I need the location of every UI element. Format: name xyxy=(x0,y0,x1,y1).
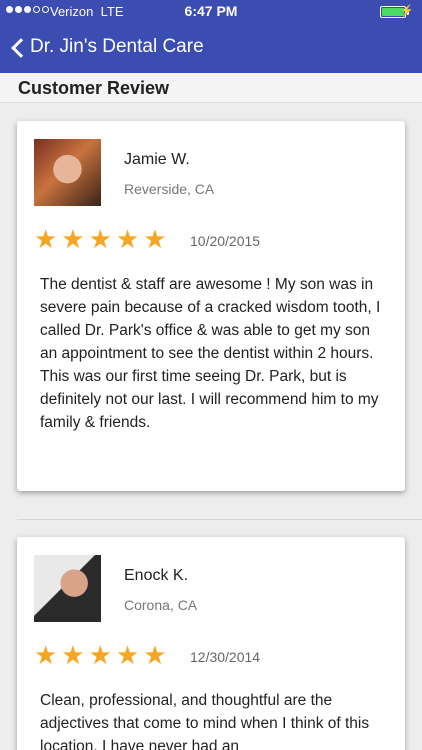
review-text: The dentist & staff are awesome ! My son… xyxy=(40,276,381,431)
status-bar: Verizon LTE 6:47 PM ⚡ xyxy=(0,0,422,24)
section-title: Customer Review xyxy=(18,78,170,98)
divider xyxy=(17,519,422,520)
top-bar: Verizon LTE 6:47 PM ⚡ Dr. Jin's Dental C… xyxy=(0,0,422,73)
reviewer-location: Corona, CA xyxy=(124,597,198,613)
star-icons: ★★★★★ xyxy=(34,224,171,254)
reviewer-location: Reverside, CA xyxy=(124,181,215,197)
back-button[interactable] xyxy=(8,33,28,63)
review-card[interactable]: Jamie W. Reverside, CA ★★★★★ 10/20/2015 … xyxy=(17,121,405,491)
review-text: Clean, professional, and thoughtful are … xyxy=(40,692,370,750)
avatar xyxy=(34,139,101,206)
review-card[interactable]: Enock K. Corona, CA ★★★★★ 12/30/2014 Cle… xyxy=(17,537,405,750)
star-icons: ★★★★★ xyxy=(34,640,171,670)
review-date: 10/20/2015 xyxy=(190,233,261,249)
reviewer-name: Jamie W. xyxy=(124,151,190,168)
avatar xyxy=(34,555,101,622)
nav-title[interactable]: Dr. Jin's Dental Care xyxy=(30,36,204,58)
section-header: Customer Review xyxy=(0,73,422,103)
status-time: 6:47 PM xyxy=(184,3,238,19)
rating-stars: ★★★★★ xyxy=(34,225,171,253)
reviewer-name: Enock K. xyxy=(124,567,189,584)
charging-icon: ⚡ xyxy=(400,5,414,17)
rating-stars: ★★★★★ xyxy=(34,641,171,669)
review-date: 12/30/2014 xyxy=(190,649,261,665)
nav-bar: Dr. Jin's Dental Care xyxy=(0,30,422,66)
